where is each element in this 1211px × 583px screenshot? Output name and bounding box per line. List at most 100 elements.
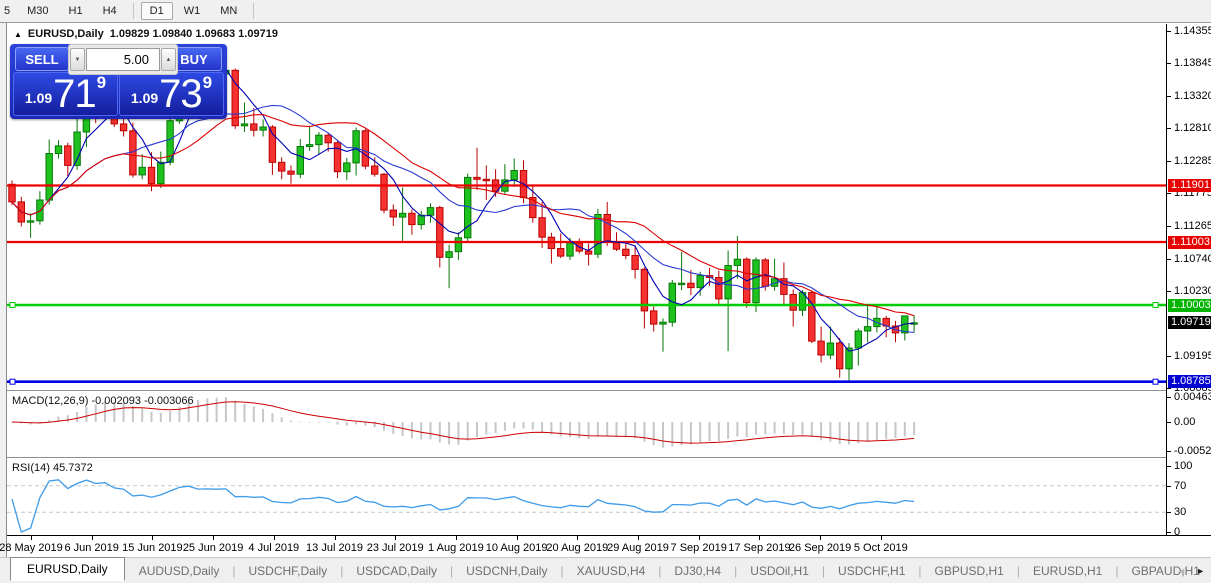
- panel-separator[interactable]: [7, 457, 1211, 461]
- candle-body: [437, 208, 443, 258]
- chart-tab-dj30-h4[interactable]: DJ30,H4: [668, 560, 727, 582]
- candle-body: [660, 322, 666, 324]
- volume-decrease-icon[interactable]: ▼: [70, 48, 85, 71]
- candle-body: [855, 331, 861, 348]
- macd-histogram-bar: [48, 420, 50, 422]
- chart-tab-eurusd-daily[interactable]: EURUSD,Daily: [10, 557, 125, 581]
- date-label: 29 Aug 2019: [607, 542, 669, 554]
- macd-label: MACD(12,26,9) -0.002093 -0.003066: [12, 395, 194, 407]
- axis-tick: [1167, 291, 1171, 292]
- time-axis-tick: [699, 536, 700, 540]
- candle-body: [585, 251, 591, 254]
- axis-tick: [1167, 486, 1171, 487]
- rsi-label: RSI(14) 45.7372: [12, 462, 93, 474]
- line-handle[interactable]: [10, 303, 15, 308]
- panel-separator[interactable]: [7, 390, 1211, 394]
- chart-tab-usdchf-h1[interactable]: USDCHF,H1: [832, 560, 911, 582]
- buy-price-button[interactable]: 1.09 73 9: [119, 72, 224, 116]
- time-axis[interactable]: 28 May 20196 Jun 201915 Jun 201925 Jun 2…: [7, 535, 1211, 557]
- chart-tab-bar: EURUSD,Daily AUDUSD,Daily | USDCHF,Daily | US…: [0, 557, 1211, 583]
- macd-histogram-bar: [309, 422, 311, 423]
- line-handle[interactable]: [10, 379, 15, 384]
- candle-body: [381, 174, 387, 210]
- line-handle[interactable]: [1153, 303, 1158, 308]
- candle-body: [9, 184, 15, 202]
- tab-separator: |: [560, 564, 563, 578]
- macd-histogram-bar: [262, 409, 264, 422]
- macd-histogram-bar: [225, 397, 227, 422]
- chart-tab-gbpusd-h1[interactable]: GBPUSD,H1: [929, 560, 1010, 582]
- volume-input[interactable]: 5.00: [86, 48, 160, 71]
- sell-price-button[interactable]: 1.09 71 9: [13, 72, 118, 116]
- macd-histogram-bar: [337, 422, 339, 425]
- candle-body: [353, 131, 359, 163]
- candle-body: [427, 208, 433, 216]
- current-price-label: 1.09719: [1168, 316, 1211, 329]
- time-axis-tick: [638, 536, 639, 540]
- timeframe-button-h4[interactable]: H4: [94, 2, 126, 20]
- time-axis-tick: [92, 536, 93, 540]
- timeframe-button-d1[interactable]: D1: [141, 2, 173, 20]
- chart-tab-usdcad-daily[interactable]: USDCAD,Daily: [350, 560, 443, 582]
- price-axis-label: 1.12810: [1174, 122, 1211, 134]
- price-axis[interactable]: 1.143551.138451.133201.128101.122851.117…: [1166, 24, 1211, 536]
- moving-average-line: [12, 115, 914, 316]
- candle-body: [130, 131, 136, 175]
- candle-body: [316, 135, 322, 144]
- tab-scroll-right-icon[interactable]: ►: [1196, 564, 1205, 578]
- timeframe-button-h1[interactable]: H1: [60, 2, 92, 20]
- candle-body: [260, 127, 266, 130]
- macd-histogram-bar: [783, 422, 785, 434]
- sell-price-prefix: 1.09: [25, 90, 52, 106]
- macd-histogram-bar: [588, 422, 590, 439]
- date-label: 28 May 2019: [0, 542, 63, 554]
- tab-scroll-left-icon[interactable]: ◄: [1177, 564, 1186, 578]
- chart-tab-usdoil-h1[interactable]: USDOil,H1: [744, 560, 815, 582]
- axis-tick: [1167, 512, 1171, 513]
- date-label: 13 Jul 2019: [306, 542, 363, 554]
- macd-histogram-bar: [448, 422, 450, 445]
- macd-histogram-bar: [578, 422, 580, 438]
- macd-histogram-bar: [774, 422, 776, 434]
- sell-price-main: 71: [53, 78, 96, 111]
- timeframe-button-5[interactable]: 5: [1, 2, 16, 20]
- candle-body: [818, 341, 824, 355]
- candle-body: [446, 252, 452, 258]
- macd-histogram-bar: [169, 411, 171, 422]
- price-axis-label: 0.00463: [1174, 391, 1211, 403]
- timeframe-button-m30[interactable]: M30: [18, 2, 57, 20]
- macd-histogram-bar: [541, 422, 543, 432]
- moving-average-line: [12, 105, 914, 332]
- date-label: 17 Sep 2019: [728, 542, 790, 554]
- macd-histogram-bar: [513, 422, 515, 429]
- sell-button[interactable]: SELL: [15, 47, 69, 71]
- chart-tab-xauusd-h4[interactable]: XAUUSD,H4: [571, 560, 652, 582]
- candle-body: [334, 143, 340, 172]
- candle-body: [567, 243, 573, 256]
- candle-body: [418, 215, 424, 224]
- chart-tab-usdcnh-daily[interactable]: USDCNH,Daily: [460, 560, 553, 582]
- timeframe-button-mn[interactable]: MN: [211, 2, 246, 20]
- candle-body: [604, 215, 610, 242]
- axis-tick: [1167, 532, 1171, 533]
- macd-histogram-bar: [616, 422, 618, 437]
- axis-tick: [1167, 96, 1171, 97]
- collapse-panel-icon[interactable]: ▲: [14, 30, 22, 39]
- timeframe-button-w1[interactable]: W1: [175, 2, 210, 20]
- candle-body: [251, 124, 257, 130]
- chart-tab-audusd-daily[interactable]: AUDUSD,Daily: [133, 560, 226, 582]
- macd-histogram-bar: [671, 422, 673, 447]
- volume-increase-icon[interactable]: ▲: [161, 48, 176, 71]
- time-axis-tick: [881, 536, 882, 540]
- candle-body: [595, 215, 601, 255]
- macd-histogram-bar: [160, 413, 162, 422]
- macd-histogram-bar: [709, 422, 711, 441]
- line-handle[interactable]: [1153, 379, 1158, 384]
- tab-separator: |: [918, 564, 921, 578]
- candle-body: [483, 179, 489, 180]
- macd-histogram-bar: [690, 422, 692, 444]
- macd-histogram-bar: [820, 422, 822, 440]
- rsi-indicator-panel[interactable]: [7, 459, 1166, 535]
- chart-tab-eurusd-h1[interactable]: EURUSD,H1: [1027, 560, 1108, 582]
- chart-tab-usdchf-daily[interactable]: USDCHF,Daily: [243, 560, 334, 582]
